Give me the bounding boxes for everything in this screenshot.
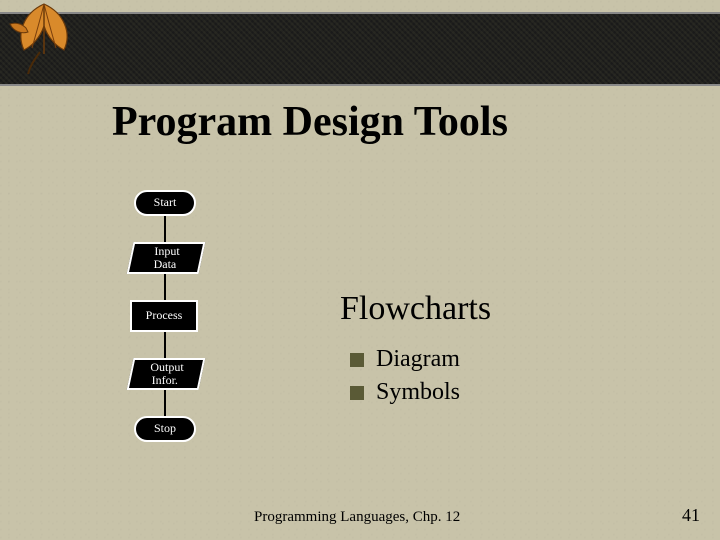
flowchart-node-process: Process	[130, 300, 198, 332]
node-label: Infor.	[151, 374, 177, 387]
page-title: Program Design Tools	[112, 98, 508, 146]
node-label: Stop	[154, 422, 176, 435]
page-number: 41	[682, 505, 700, 526]
node-label: Data	[153, 258, 176, 271]
leaf-icon	[4, 0, 84, 83]
footer-text: Programming Languages, Chp. 12	[254, 509, 460, 526]
flowchart-diagram: Start Input Data Process Output Infor. S…	[130, 190, 210, 468]
flowchart-node-start: Start	[134, 190, 196, 216]
flowchart-connector	[164, 214, 166, 242]
flowchart-node-input: Input Data	[127, 242, 206, 274]
bullet-icon	[350, 386, 364, 400]
bullet-text: Diagram	[376, 346, 460, 373]
list-item: Symbols	[350, 379, 491, 406]
bullet-text: Symbols	[376, 379, 460, 406]
bullet-list: Diagram Symbols	[340, 346, 491, 406]
node-label: Start	[154, 196, 177, 209]
flowchart-node-output: Output Infor.	[127, 358, 206, 390]
subtitle: Flowcharts	[340, 290, 491, 328]
bullet-icon	[350, 353, 364, 367]
content-area: Flowcharts Diagram Symbols	[340, 290, 491, 412]
header-bar	[0, 12, 720, 86]
flowchart-connector	[164, 330, 166, 358]
node-label: Process	[146, 309, 183, 322]
list-item: Diagram	[350, 346, 491, 373]
flowchart-node-stop: Stop	[134, 416, 196, 442]
flowchart-connector	[164, 272, 166, 300]
flowchart-connector	[164, 388, 166, 416]
